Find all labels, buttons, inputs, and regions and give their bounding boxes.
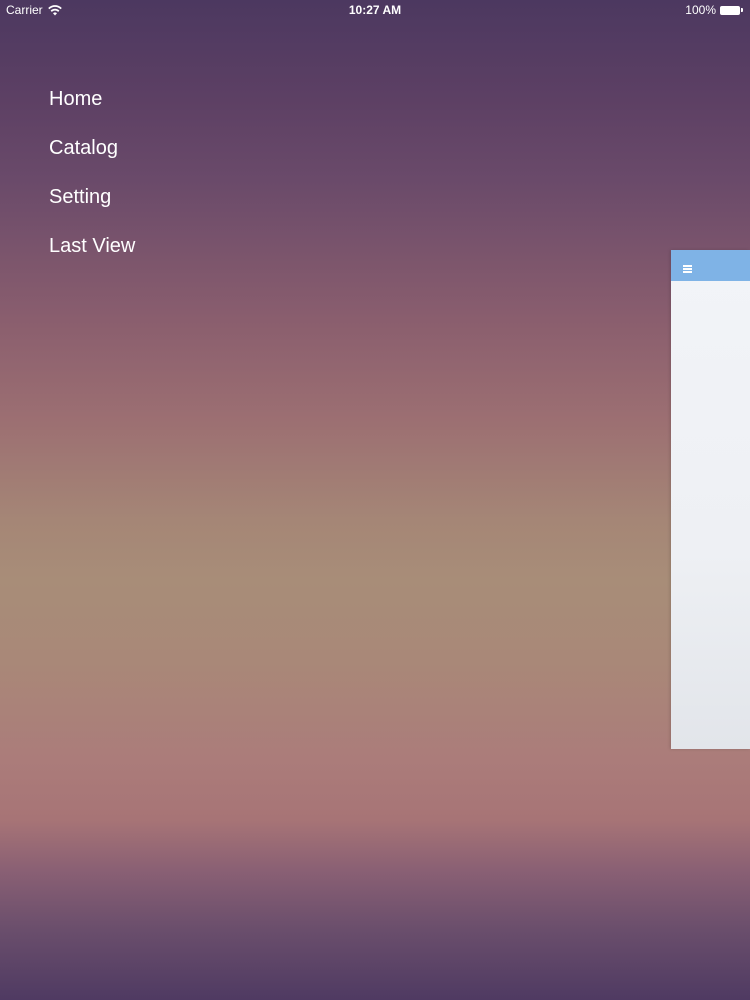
battery-icon bbox=[720, 5, 744, 15]
status-bar: Carrier 10:27 AM 100% bbox=[0, 0, 750, 20]
hamburger-icon[interactable] bbox=[683, 265, 692, 274]
content-panel-preview[interactable] bbox=[671, 250, 750, 749]
menu-item-home[interactable]: Home bbox=[49, 84, 135, 133]
status-time: 10:27 AM bbox=[348, 3, 402, 17]
menu-item-catalog[interactable]: Catalog bbox=[49, 133, 135, 182]
menu-item-setting[interactable]: Setting bbox=[49, 182, 135, 231]
menu-item-last-view[interactable]: Last View bbox=[49, 231, 135, 280]
status-right: 100% bbox=[685, 0, 744, 20]
panel-navbar bbox=[671, 250, 750, 281]
battery-percentage: 100% bbox=[685, 3, 716, 17]
side-menu: Home Catalog Setting Last View bbox=[49, 84, 135, 280]
